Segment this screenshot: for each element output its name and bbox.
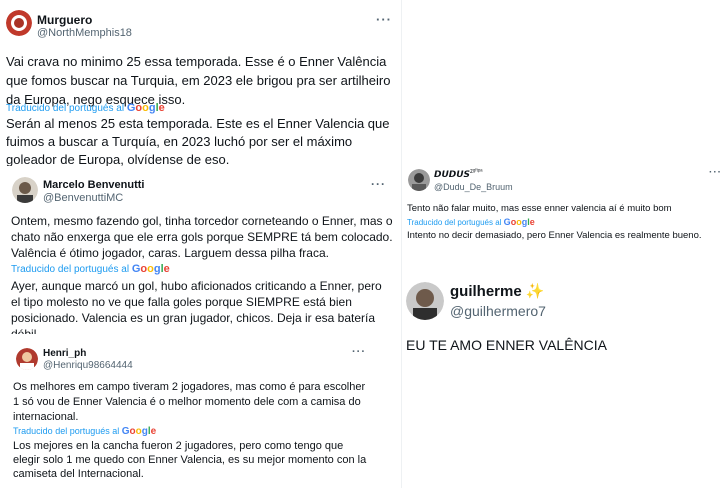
author-name[interactable]: guilherme ✨	[450, 283, 546, 301]
author-name[interactable]: Murguero	[37, 13, 132, 27]
tweet-text: Ontem, mesmo fazendo gol, tinha torcedor…	[11, 214, 393, 260]
avatar-image-icon	[12, 177, 38, 203]
tweet-card-guilherme[interactable]: guilherme ✨ @guilhermero7 EU TE AMO ENNE…	[403, 270, 728, 370]
tweet-text: Tento não falar muito, mas esse enner va…	[407, 203, 672, 214]
tweet-translation: Serán al menos 25 esta temporada. Este e…	[6, 116, 390, 166]
avatar[interactable]	[408, 169, 430, 191]
tweet-text: Os melhores em campo tiveram 2 jogadores…	[13, 381, 366, 423]
tweet-card-marcelo[interactable]: Marcelo Benvenutti @BenvenuttiMC ··· Ont…	[3, 168, 397, 334]
author-name[interactable]: 𝘿𝙐𝘿𝙐𝙎zᵍᶠᵗᵖᵃ	[434, 169, 513, 180]
avatar-image-icon	[6, 10, 32, 36]
tweet-card-dudus[interactable]: 𝘿𝙐𝘿𝙐𝙎zᵍᶠᵗᵖᵃ @Dudu_De_Bruum ··· Tento não…	[403, 162, 728, 254]
name-superscript: zᵍᶠᵗᵖᵃ	[470, 169, 483, 175]
tweet-text: Vai crava no minimo 25 essa temporada. E…	[6, 54, 391, 107]
avatar[interactable]	[6, 10, 32, 36]
tweet-translation: Los mejores en la cancha fueron 2 jugado…	[13, 440, 367, 480]
author-handle[interactable]: @Henriqu98664444	[43, 360, 133, 372]
translated-label: Traducido del portugués al	[11, 264, 130, 275]
google-logo: Google	[131, 263, 170, 275]
more-options-icon[interactable]: ···	[352, 346, 366, 358]
more-options-icon[interactable]: ···	[371, 177, 386, 191]
avatar-image-icon	[16, 348, 38, 370]
sparkles-icon: ✨	[525, 283, 545, 300]
google-logo: Google	[121, 426, 157, 437]
author-handle[interactable]: @NorthMemphis18	[37, 27, 132, 40]
column-divider	[401, 0, 402, 488]
author-handle[interactable]: @BenvenuttiMC	[43, 192, 144, 205]
avatar[interactable]	[406, 282, 444, 320]
avatar[interactable]	[16, 348, 38, 370]
tweet-card-henri[interactable]: Henri_ph @Henriqu98664444 ··· Os melhore…	[9, 339, 375, 488]
translated-by-google[interactable]: Traducido del portugués al Google	[11, 263, 170, 275]
avatar-image-icon	[406, 282, 444, 320]
tweet-text: EU TE AMO ENNER VALÊNCIA	[406, 337, 607, 353]
avatar[interactable]	[12, 177, 38, 203]
avatar-image-icon	[408, 169, 430, 191]
author-name[interactable]: Henri_ph	[43, 348, 133, 360]
tweet-card-murguero[interactable]: Murguero @NorthMemphis18 ··· Vai crava n…	[0, 0, 400, 166]
tweet-translation: Ayer, aunque marcó un gol, hubo aficiona…	[11, 279, 382, 334]
author-name[interactable]: Marcelo Benvenutti	[43, 179, 144, 192]
google-logo: Google	[126, 102, 165, 114]
more-options-icon[interactable]: ···	[709, 167, 722, 178]
tweet-translation: Intento no decir demasiado, pero Enner V…	[407, 230, 702, 241]
translated-by-google[interactable]: Traducido del portugués al Google	[13, 426, 156, 437]
translated-label: Traducido del portugués al	[407, 218, 502, 227]
author-handle[interactable]: @guilhermero7	[450, 303, 546, 320]
translated-label: Traducido del portugués al	[13, 426, 120, 436]
translated-by-google[interactable]: Traducido del portugués al Google	[6, 102, 165, 114]
translated-by-google[interactable]: Traducido del portugués al Google	[407, 217, 535, 227]
google-logo: Google	[503, 217, 535, 227]
author-handle[interactable]: @Dudu_De_Bruum	[434, 182, 513, 193]
translated-label: Traducido del portugués al	[6, 103, 125, 114]
more-options-icon[interactable]: ···	[376, 12, 392, 27]
